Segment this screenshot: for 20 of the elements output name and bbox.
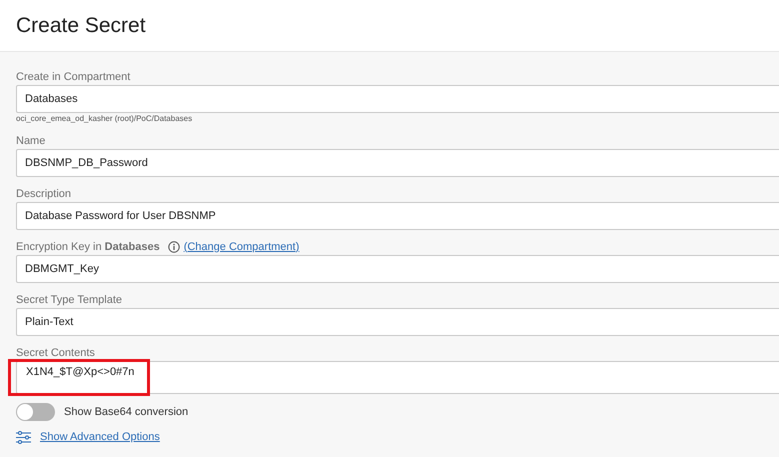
input-field[interactable]: Plain-Text	[16, 308, 779, 336]
field-label: Create in Compartment	[16, 70, 130, 85]
compartment-path: oci_core_emea_od_kasher (root)/PoC/Databases	[16, 114, 194, 124]
page-title: Create Secret	[16, 12, 146, 39]
field-label: Encryption Key in Databases	[16, 240, 160, 255]
field-label: Secret Type Template	[16, 292, 122, 308]
info-icon[interactable]	[168, 241, 180, 253]
advanced-options-link[interactable]: Show Advanced Options	[40, 429, 160, 446]
input-field[interactable]: DBMGMT_Key	[16, 255, 779, 283]
sliders-icon	[16, 430, 31, 444]
toggle-label: Show Base64 conversion	[64, 404, 188, 420]
base64-toggle[interactable]	[16, 403, 55, 421]
secret-contents-field[interactable]: X1N4_$T@Xp<>0#7n	[16, 361, 779, 394]
field-label: Description	[16, 186, 72, 202]
field-label: Secret Contents	[16, 346, 95, 361]
change-compartment-link[interactable]: (Change Compartment)	[184, 238, 300, 256]
field-label: Name	[16, 134, 46, 149]
input-field[interactable]: Database Password for User DBSNMP	[16, 202, 779, 230]
input-field[interactable]: DBSNMP_DB_Password	[16, 149, 779, 177]
input-field[interactable]: Databases	[16, 85, 779, 113]
